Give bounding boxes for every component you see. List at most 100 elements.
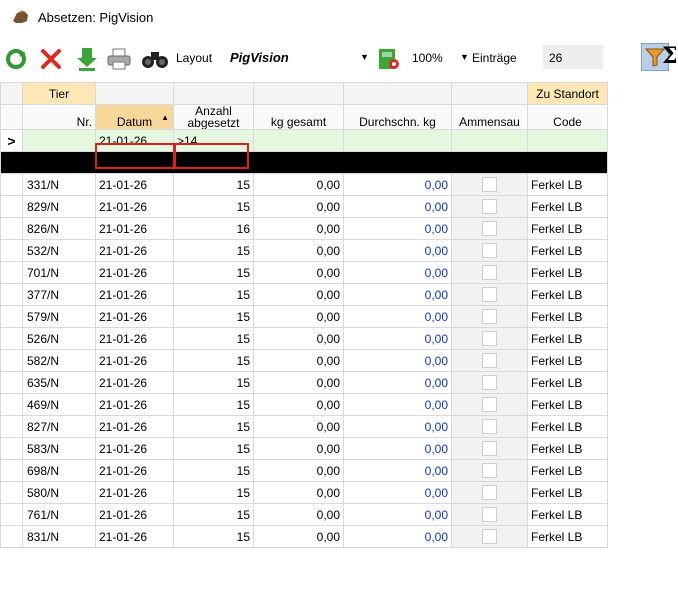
column-header-datum[interactable]: Datum ▲ <box>95 104 174 130</box>
ammensau-checkbox[interactable] <box>482 265 497 280</box>
cell-kg-gesamt[interactable]: 0,00 <box>253 261 344 284</box>
cell-nr[interactable]: 583/N <box>22 437 96 460</box>
row-header[interactable] <box>0 217 23 240</box>
refresh-button[interactable] <box>4 46 28 72</box>
table-row[interactable]: 331/N 21-01-26 15 0,00 0,00 Ferkel LB <box>0 173 608 196</box>
delete-button[interactable] <box>38 46 64 72</box>
table-row[interactable]: 377/N 21-01-26 15 0,00 0,00 Ferkel LB <box>0 283 608 306</box>
cell-ammensau[interactable] <box>451 283 528 306</box>
cell-code[interactable]: Ferkel LB <box>527 305 608 328</box>
ammensau-checkbox[interactable] <box>482 419 497 434</box>
row-header[interactable] <box>0 283 23 306</box>
table-row[interactable]: 526/N 21-01-26 15 0,00 0,00 Ferkel LB <box>0 327 608 350</box>
cell-nr[interactable]: 698/N <box>22 459 96 482</box>
ammensau-checkbox[interactable] <box>482 199 497 214</box>
cell-ammensau[interactable] <box>451 459 528 482</box>
cell-anzahl[interactable]: 15 <box>173 327 254 350</box>
cell-ammensau[interactable] <box>451 261 528 284</box>
cell-durchschn[interactable]: 0,00 <box>343 349 452 372</box>
cell-durchschn[interactable]: 0,00 <box>343 239 452 262</box>
cell-code[interactable]: Ferkel LB <box>527 371 608 394</box>
cell-datum[interactable]: 21-01-26 <box>95 459 174 482</box>
cell-code[interactable]: Ferkel LB <box>527 283 608 306</box>
cell-datum[interactable]: 21-01-26 <box>95 481 174 504</box>
filter-kg-gesamt[interactable] <box>253 129 344 152</box>
cell-anzahl[interactable]: 15 <box>173 459 254 482</box>
row-header[interactable] <box>0 327 23 350</box>
column-header-nr[interactable]: Nr. <box>22 104 96 130</box>
cell-nr[interactable]: 331/N <box>22 173 96 196</box>
cell-anzahl[interactable]: 15 <box>173 349 254 372</box>
search-button[interactable] <box>140 46 170 72</box>
print-button[interactable] <box>106 46 132 72</box>
cell-nr[interactable]: 761/N <box>22 503 96 526</box>
ammensau-checkbox[interactable] <box>482 441 497 456</box>
cell-anzahl[interactable]: 15 <box>173 415 254 438</box>
cell-datum[interactable]: 21-01-26 <box>95 371 174 394</box>
cell-kg-gesamt[interactable]: 0,00 <box>253 283 344 306</box>
ammensau-checkbox[interactable] <box>482 243 497 258</box>
column-header-kg-gesamt[interactable]: kg gesamt <box>253 104 344 130</box>
cell-datum[interactable]: 21-01-26 <box>95 393 174 416</box>
cell-nr[interactable]: 469/N <box>22 393 96 416</box>
cell-code[interactable]: Ferkel LB <box>527 481 608 504</box>
cell-code[interactable]: Ferkel LB <box>527 349 608 372</box>
row-header[interactable] <box>0 349 23 372</box>
filter-nr[interactable] <box>22 129 96 152</box>
cell-anzahl[interactable]: 15 <box>173 393 254 416</box>
sum-icon[interactable]: Σ <box>662 43 678 69</box>
zoom-level[interactable]: 100% <box>412 51 443 65</box>
cell-durchschn[interactable]: 0,00 <box>343 459 452 482</box>
layout-dropdown-arrow[interactable]: ▼ <box>360 52 369 62</box>
table-row[interactable]: 761/N 21-01-26 15 0,00 0,00 Ferkel LB <box>0 503 608 526</box>
table-row[interactable]: 827/N 21-01-26 15 0,00 0,00 Ferkel LB <box>0 415 608 438</box>
zoom-dropdown-arrow[interactable]: ▼ <box>460 52 469 62</box>
row-header[interactable] <box>0 437 23 460</box>
cell-datum[interactable]: 21-01-26 <box>95 415 174 438</box>
column-header-anzahl[interactable]: Anzahl abgesetzt <box>173 104 254 130</box>
cell-ammensau[interactable] <box>451 349 528 372</box>
cell-anzahl[interactable]: 15 <box>173 283 254 306</box>
cell-code[interactable]: Ferkel LB <box>527 393 608 416</box>
cell-datum[interactable]: 21-01-26 <box>95 437 174 460</box>
download-button[interactable] <box>74 46 100 72</box>
cell-kg-gesamt[interactable]: 0,00 <box>253 459 344 482</box>
cell-nr[interactable]: 701/N <box>22 261 96 284</box>
cell-kg-gesamt[interactable]: 0,00 <box>253 415 344 438</box>
cell-anzahl[interactable]: 15 <box>173 371 254 394</box>
column-header-ammensau[interactable]: Ammensau <box>451 104 528 130</box>
cell-datum[interactable]: 21-01-26 <box>95 217 174 240</box>
cell-kg-gesamt[interactable]: 0,00 <box>253 503 344 526</box>
cell-anzahl[interactable]: 15 <box>173 261 254 284</box>
table-row[interactable]: 579/N 21-01-26 15 0,00 0,00 Ferkel LB <box>0 305 608 328</box>
table-row[interactable]: 580/N 21-01-26 15 0,00 0,00 Ferkel LB <box>0 481 608 504</box>
table-row[interactable]: 532/N 21-01-26 15 0,00 0,00 Ferkel LB <box>0 239 608 262</box>
column-header-durchschn[interactable]: Durchschn. kg <box>343 104 452 130</box>
cell-kg-gesamt[interactable]: 0,00 <box>253 173 344 196</box>
cell-durchschn[interactable]: 0,00 <box>343 525 452 548</box>
cell-kg-gesamt[interactable]: 0,00 <box>253 305 344 328</box>
cell-datum[interactable]: 21-01-26 <box>95 525 174 548</box>
cell-kg-gesamt[interactable]: 0,00 <box>253 525 344 548</box>
cell-code[interactable]: Ferkel LB <box>527 195 608 218</box>
row-header[interactable] <box>0 195 23 218</box>
layout-save-button[interactable] <box>376 46 402 72</box>
table-row[interactable]: 583/N 21-01-26 15 0,00 0,00 Ferkel LB <box>0 437 608 460</box>
ammensau-checkbox[interactable] <box>482 507 497 522</box>
cell-durchschn[interactable]: 0,00 <box>343 503 452 526</box>
cell-code[interactable]: Ferkel LB <box>527 437 608 460</box>
row-header[interactable] <box>0 503 23 526</box>
cell-datum[interactable]: 21-01-26 <box>95 305 174 328</box>
cell-durchschn[interactable]: 0,00 <box>343 195 452 218</box>
cell-anzahl[interactable]: 15 <box>173 481 254 504</box>
filter-durchschn[interactable] <box>343 129 452 152</box>
table-row[interactable]: 701/N 21-01-26 15 0,00 0,00 Ferkel LB <box>0 261 608 284</box>
column-header-code[interactable]: Code <box>527 104 608 130</box>
ammensau-checkbox[interactable] <box>482 177 497 192</box>
cell-datum[interactable]: 21-01-26 <box>95 283 174 306</box>
cell-ammensau[interactable] <box>451 305 528 328</box>
cell-datum[interactable]: 21-01-26 <box>95 349 174 372</box>
table-row[interactable]: 826/N 21-01-26 16 0,00 0,00 Ferkel LB <box>0 217 608 240</box>
cell-ammensau[interactable] <box>451 327 528 350</box>
cell-code[interactable]: Ferkel LB <box>527 503 608 526</box>
